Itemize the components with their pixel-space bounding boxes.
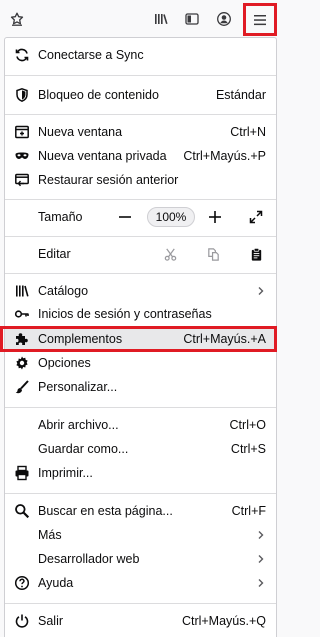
fullscreen-button[interactable] <box>245 206 267 228</box>
library-icon <box>13 282 31 300</box>
separator <box>5 407 276 408</box>
power-icon <box>13 612 31 630</box>
toolbar <box>0 0 281 38</box>
key-icon <box>13 305 31 323</box>
menu-item-label: Restaurar sesión anterior <box>38 173 179 187</box>
menu-item-restore-session[interactable]: Restaurar sesión anterior <box>5 168 276 192</box>
paintbrush-icon <box>13 378 31 396</box>
menu-item-print[interactable]: Imprimir... <box>5 461 276 485</box>
separator <box>5 75 276 76</box>
menu-item-label: Imprimir... <box>38 466 93 480</box>
menu-item-label: Abrir archivo... <box>38 418 119 432</box>
menu-item-addons[interactable]: Complementos Ctrl+Mayús.+A <box>5 327 276 351</box>
zoom-out-button[interactable] <box>114 206 136 228</box>
separator <box>5 493 276 494</box>
separator <box>5 603 276 604</box>
account-icon[interactable] <box>213 8 235 30</box>
paste-button[interactable] <box>246 244 266 264</box>
search-icon <box>13 502 31 520</box>
menu-item-find[interactable]: Buscar en esta página... Ctrl+F <box>5 499 276 523</box>
menu-item-label: Complementos <box>38 332 123 346</box>
menu-item-label: Salir <box>38 614 64 628</box>
scissors-icon <box>164 248 176 261</box>
shortcut-label: Ctrl+Mayús.+Q <box>181 614 266 628</box>
menu-item-new-private-window[interactable]: Nueva ventana privada Ctrl+Mayús.+P <box>5 144 276 168</box>
content-blocking-value: Estándar <box>215 88 266 102</box>
edit-label: Editar <box>38 247 71 261</box>
menu-item-label: Desarrollador web <box>38 552 140 566</box>
menu-item-label: Ayuda <box>38 576 74 590</box>
chevron-right-icon <box>258 287 264 295</box>
new-window-icon <box>13 123 31 141</box>
menu-item-options[interactable]: Opciones <box>5 351 276 375</box>
shield-icon <box>13 86 31 104</box>
sidebar-icon[interactable] <box>181 8 203 30</box>
menu-item-save-as[interactable]: Guardar como... Ctrl+S <box>5 437 276 461</box>
zoom-label: Tamaño <box>38 210 83 224</box>
menu-item-label: Nueva ventana privada <box>38 149 167 163</box>
chevron-right-icon <box>258 579 264 587</box>
restore-session-icon <box>13 171 31 189</box>
shortcut-label: Ctrl+Mayús.+P <box>183 149 266 163</box>
cut-button[interactable] <box>160 244 180 264</box>
copy-icon <box>207 247 219 261</box>
menu-item-label: Personalizar... <box>38 380 118 394</box>
puzzle-piece-icon <box>13 330 31 348</box>
private-mask-icon <box>13 147 31 165</box>
copy-button[interactable] <box>203 244 223 264</box>
chevron-right-icon <box>258 531 264 539</box>
shortcut-label: Ctrl+N <box>230 125 266 139</box>
menu-item-label: Conectarse a Sync <box>38 48 144 62</box>
menu-item-content-blocking[interactable]: Bloqueo de contenido Estándar <box>5 83 276 107</box>
help-icon <box>13 574 31 592</box>
menu-item-library[interactable]: Catálogo <box>5 279 276 303</box>
hamburger-menu-button[interactable] <box>243 3 277 36</box>
printer-icon <box>13 464 31 482</box>
shortcut-label: Ctrl+O <box>229 418 266 432</box>
edit-controls-row: Editar <box>5 242 276 266</box>
menu-item-label: Inicios de sesión y contraseñas <box>38 307 212 321</box>
separator <box>5 236 276 237</box>
separator <box>5 114 276 115</box>
menu-item-label: Opciones <box>38 356 91 370</box>
menu-item-quit[interactable]: Salir Ctrl+Mayús.+Q <box>5 609 276 633</box>
menu-item-label: Guardar como... <box>38 442 129 456</box>
plus-icon <box>209 211 221 223</box>
bookmark-star-icon[interactable] <box>6 8 28 30</box>
zoom-reset-button[interactable]: 100% <box>147 207 195 227</box>
gear-icon <box>13 354 31 372</box>
separator <box>5 199 276 200</box>
minus-icon <box>119 216 131 218</box>
menu-item-sync[interactable]: Conectarse a Sync <box>5 43 276 67</box>
hamburger-menu-icon <box>254 14 266 25</box>
menu-item-more[interactable]: Más <box>5 523 276 547</box>
sync-icon <box>13 46 31 64</box>
zoom-in-button[interactable] <box>204 206 226 228</box>
zoom-controls-row: Tamaño 100% <box>5 204 276 230</box>
menu-item-open-file[interactable]: Abrir archivo... Ctrl+O <box>5 413 276 437</box>
menu-item-new-window[interactable]: Nueva ventana Ctrl+N <box>5 120 276 144</box>
menu-item-label: Nueva ventana <box>38 125 123 139</box>
fullscreen-icon <box>249 210 263 224</box>
library-icon[interactable] <box>150 8 172 30</box>
menu-item-label: Buscar en esta página... <box>38 504 173 518</box>
separator <box>5 273 276 274</box>
shortcut-label: Ctrl+F <box>231 504 266 518</box>
menu-item-customize[interactable]: Personalizar... <box>5 375 276 399</box>
clipboard-icon <box>251 247 261 261</box>
app-menu-panel: Conectarse a Sync Bloqueo de contenido E… <box>4 37 277 637</box>
menu-item-web-developer[interactable]: Desarrollador web <box>5 547 276 571</box>
chevron-right-icon <box>258 555 264 563</box>
shortcut-label: Ctrl+Mayús.+A <box>183 332 266 346</box>
menu-item-logins[interactable]: Inicios de sesión y contraseñas <box>5 302 276 326</box>
menu-item-help[interactable]: Ayuda <box>5 571 276 595</box>
menu-item-label: Bloqueo de contenido <box>38 88 159 102</box>
menu-item-label: Catálogo <box>38 284 89 298</box>
shortcut-label: Ctrl+S <box>230 442 266 456</box>
menu-item-label: Más <box>38 528 62 542</box>
